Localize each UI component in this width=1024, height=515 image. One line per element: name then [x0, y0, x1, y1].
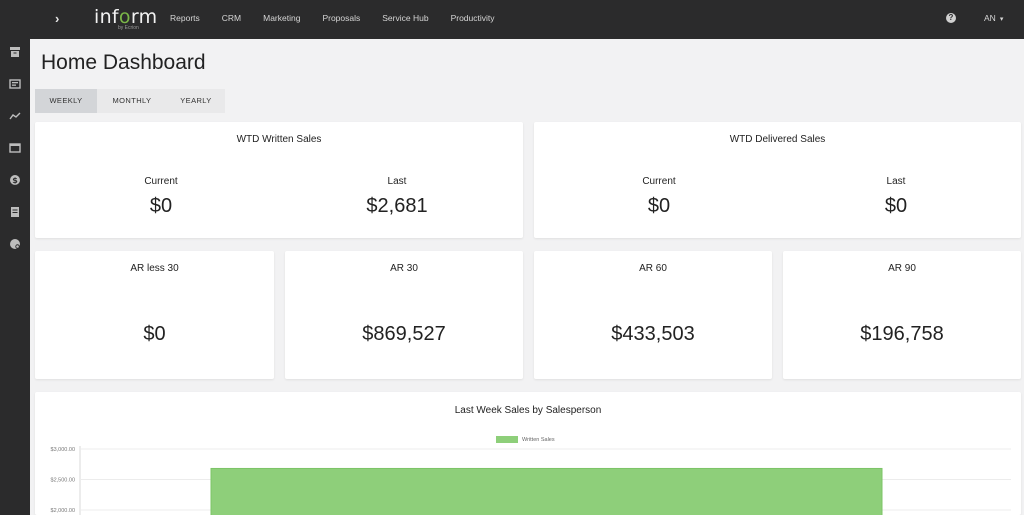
card-value: $0 — [143, 323, 166, 345]
current-value: $0 — [149, 195, 173, 217]
trend-line-icon[interactable] — [9, 110, 21, 122]
last-label: Last — [387, 176, 407, 187]
inform-logo[interactable]: inform by Ecrion — [94, 6, 157, 31]
user-initials: AN — [984, 13, 996, 23]
help-icon[interactable]: ? — [946, 13, 956, 23]
chevron-down-icon: ▾ — [999, 16, 1004, 23]
nav-reports[interactable]: Reports — [170, 0, 200, 39]
user-menu[interactable]: AN ▾ — [984, 13, 1003, 23]
bar-written-sales[interactable] — [210, 467, 883, 515]
y-tick-label: $2,000.00 — [51, 508, 75, 514]
card-title: AR 60 — [639, 263, 667, 274]
wtd-delivered-sales-card: WTD Delivered Sales Current $0 Last $0 — [534, 122, 1021, 238]
last-value: $2,681 — [366, 195, 428, 217]
card-title: WTD Written Sales — [236, 134, 322, 145]
y-tick-label: $2,500.00 — [51, 478, 75, 484]
main-nav: Reports CRM Marketing Proposals Service … — [170, 0, 517, 39]
document-icon[interactable] — [9, 206, 21, 218]
current-label: Current — [144, 176, 178, 187]
last-label: Last — [886, 176, 906, 187]
period-tabs: WEEKLY MONTHLY YEARLY — [35, 89, 225, 113]
archive-icon[interactable] — [9, 46, 21, 58]
nav-marketing[interactable]: Marketing — [263, 0, 300, 39]
svg-text:$: $ — [12, 176, 18, 185]
window-icon[interactable] — [9, 142, 21, 154]
card-value: $196,758 — [860, 323, 944, 345]
wtd-written-sales-card: WTD Written Sales Current $0 Last $2,681 — [35, 122, 523, 238]
expand-sidebar-icon[interactable]: › — [55, 11, 67, 26]
ar-less-30-card: AR less 30 $0 — [35, 251, 274, 379]
nav-proposals[interactable]: Proposals — [322, 0, 360, 39]
ar-60-card: AR 60 $433,503 — [534, 251, 772, 379]
card-title: AR 30 — [390, 263, 418, 274]
left-sidebar: $ — [0, 39, 30, 515]
nav-productivity[interactable]: Productivity — [451, 0, 495, 39]
card-title: WTD Delivered Sales — [729, 134, 826, 145]
nav-crm[interactable]: CRM — [222, 0, 241, 39]
ar-30-card: AR 30 $869,527 — [285, 251, 523, 379]
tab-monthly[interactable]: MONTHLY — [97, 89, 167, 113]
card-value: $869,527 — [362, 323, 446, 345]
y-tick-label: $3,000.00 — [51, 447, 75, 453]
nav-service-hub[interactable]: Service Hub — [382, 0, 428, 39]
card-value: $433,503 — [611, 323, 695, 345]
sales-by-salesperson-chart-card: Last Week Sales by Salesperson Written S… — [35, 392, 1021, 515]
ar-90-card: AR 90 $196,758 — [783, 251, 1021, 379]
inbox-icon[interactable] — [9, 78, 21, 90]
bar-chart: $3,000.00 $2,500.00 $2,000.00 — [51, 446, 1011, 515]
top-nav-bar: › inform by Ecrion Reports CRM Marketing… — [0, 0, 1024, 39]
dollar-icon[interactable]: $ — [9, 174, 21, 186]
page-title: Home Dashboard — [41, 51, 206, 74]
current-value: $0 — [647, 195, 671, 217]
card-title: AR 90 — [888, 263, 916, 274]
current-label: Current — [642, 176, 676, 187]
tab-weekly[interactable]: WEEKLY — [35, 89, 97, 113]
card-title: AR less 30 — [130, 263, 179, 274]
tab-yearly[interactable]: YEARLY — [167, 89, 225, 113]
last-value: $0 — [884, 195, 908, 217]
logo-subtitle: by Ecrion — [118, 25, 139, 31]
palette-icon[interactable] — [9, 238, 21, 250]
